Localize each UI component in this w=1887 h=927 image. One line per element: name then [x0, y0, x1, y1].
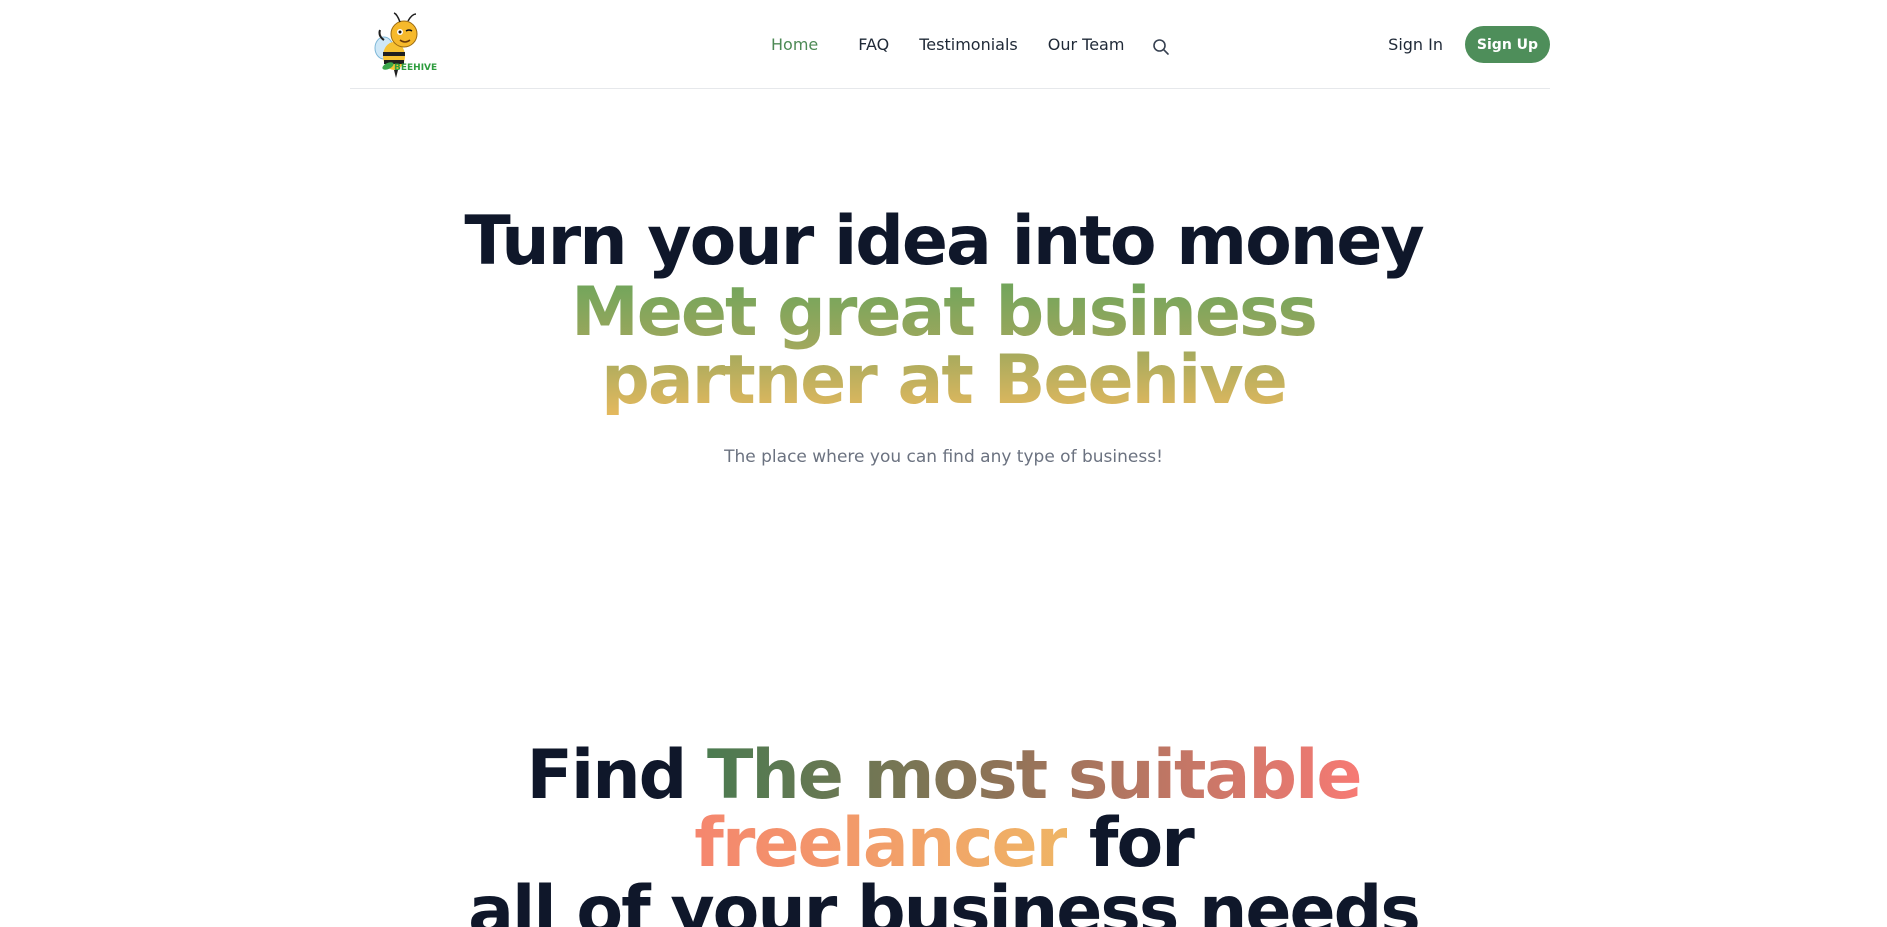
find-word: Find — [526, 736, 687, 815]
main-nav: Home FAQ Testimonials Our Team — [771, 0, 1170, 89]
nav-testimonials-link[interactable]: Testimonials — [919, 35, 1018, 54]
nav-our-team-link[interactable]: Our Team — [1048, 35, 1125, 54]
top-navbar: BEEHIVE Home FAQ Testimonials Our Team S… — [350, 0, 1550, 89]
hero-section: Turn your idea into money Meet great bus… — [0, 202, 1887, 468]
hero-subtitle: Meet great business partner at Beehive — [444, 279, 1444, 415]
find-heading-line-1: Find The most suitable — [0, 742, 1887, 810]
find-freelancer-section: Find The most suitable freelancer for al… — [0, 742, 1887, 927]
search-icon[interactable] — [1152, 38, 1170, 56]
find-heading-line-3: all of your business needs — [468, 872, 1421, 927]
auth-actions: Sign In Sign Up — [1388, 0, 1550, 89]
hero-title: Turn your idea into money — [464, 202, 1424, 281]
sign-up-button[interactable]: Sign Up — [1465, 26, 1550, 63]
find-heading-line-2: freelancer for — [0, 810, 1887, 878]
nav-faq-link[interactable]: FAQ — [858, 35, 889, 54]
beehive-logo[interactable]: BEEHIVE — [370, 10, 438, 82]
logo-text: BEEHIVE — [394, 63, 438, 73]
nav-home-link[interactable]: Home — [771, 35, 818, 54]
landing-page: BEEHIVE Home FAQ Testimonials Our Team S… — [0, 0, 1887, 927]
sign-in-link[interactable]: Sign In — [1388, 35, 1443, 54]
hero-tagline: The place where you can find any type of… — [724, 447, 1163, 467]
